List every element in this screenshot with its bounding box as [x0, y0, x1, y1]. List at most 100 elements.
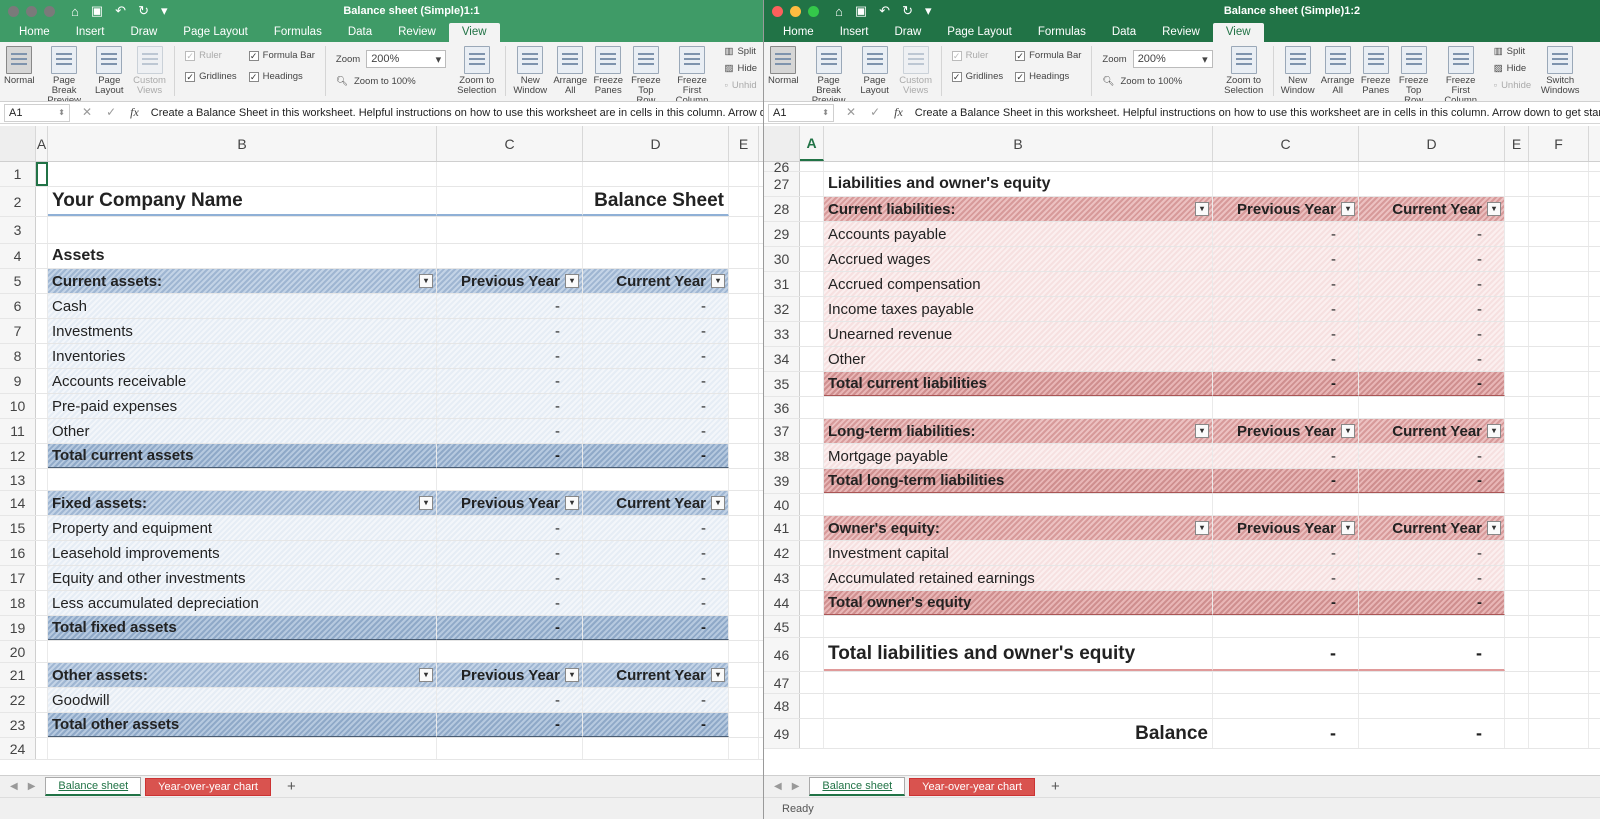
freeze-panes-button[interactable]: Freeze Panes	[1358, 46, 1394, 96]
redo-icon[interactable]: ↻	[138, 3, 149, 19]
line-item[interactable]: Goodwill	[48, 688, 437, 712]
cell[interactable]	[1529, 444, 1589, 468]
zoom-100-button[interactable]: 🔍︎ Zoom to 100%	[1102, 76, 1212, 87]
zoom-to-selection-button[interactable]: Zoom to Selection	[452, 46, 501, 96]
row-number[interactable]: 11	[0, 419, 36, 443]
freeze-first-column-button[interactable]: Freeze First Column	[666, 46, 719, 101]
current-year-value[interactable]: -	[583, 419, 729, 443]
previous-year-value[interactable]: -	[437, 319, 583, 343]
line-item[interactable]: Property and equipment	[48, 516, 437, 540]
sheet-tab-yoy-chart[interactable]: Year-over-year chart	[909, 777, 1035, 796]
name-box[interactable]: A1 ⬍	[4, 103, 70, 122]
line-item[interactable]: Accrued wages	[824, 247, 1213, 271]
cell[interactable]	[800, 494, 824, 515]
previous-year-value[interactable]: -	[437, 688, 583, 712]
cell[interactable]	[36, 566, 48, 590]
filter-dropdown-icon[interactable]: ▾	[711, 274, 725, 288]
ruler-checkbox[interactable]: ✓ Ruler	[185, 50, 237, 61]
zoom-select[interactable]: 200% ▾	[1132, 50, 1213, 68]
cell[interactable]	[800, 397, 824, 418]
current-year-value[interactable]: -	[1359, 566, 1505, 590]
row-number[interactable]: 9	[0, 369, 36, 393]
previous-year-value[interactable]: -	[437, 591, 583, 615]
current-year-value[interactable]: -	[583, 541, 729, 565]
filter-dropdown-icon[interactable]: ▾	[419, 496, 433, 510]
line-item[interactable]: Accrued compensation	[824, 272, 1213, 296]
cell[interactable]	[729, 419, 759, 443]
cell[interactable]	[1529, 322, 1589, 346]
cell[interactable]	[800, 719, 824, 748]
sheet-tab-yoy-chart[interactable]: Year-over-year chart	[145, 777, 271, 796]
cell[interactable]	[437, 162, 583, 186]
cell[interactable]	[800, 322, 824, 346]
balance-previous[interactable]: -	[1213, 719, 1359, 748]
previous-year-value[interactable]: -	[437, 394, 583, 418]
grand-total-current[interactable]: -	[1359, 638, 1505, 671]
tab-page-layout[interactable]: Page Layout	[170, 23, 261, 42]
section-header[interactable]: Fixed assets: ▾	[48, 491, 437, 515]
cell[interactable]	[1505, 172, 1529, 196]
cell[interactable]	[800, 444, 824, 468]
tab-review[interactable]: Review	[1149, 23, 1213, 42]
col-header-c[interactable]: C	[437, 126, 583, 161]
cell[interactable]	[36, 616, 48, 640]
cell[interactable]	[36, 419, 48, 443]
prev-sheet-icon[interactable]: ◀	[10, 781, 18, 792]
line-item[interactable]: Mortgage payable	[824, 444, 1213, 468]
cell[interactable]	[800, 172, 824, 196]
previous-year-value[interactable]: -	[1213, 297, 1359, 321]
add-sheet-icon[interactable]: +	[1039, 778, 1072, 795]
cell[interactable]	[1213, 616, 1359, 637]
cell[interactable]	[729, 269, 759, 293]
row-number[interactable]: 12	[0, 444, 36, 468]
cell[interactable]	[1529, 591, 1589, 615]
previous-year-value[interactable]: -	[437, 294, 583, 318]
previous-year-value[interactable]: -	[1213, 444, 1359, 468]
freeze-top-row-button[interactable]: Freeze Top Row	[1394, 46, 1434, 101]
cell[interactable]	[1213, 494, 1359, 515]
current-year-header[interactable]: Current Year ▾	[1359, 516, 1505, 540]
cell[interactable]	[729, 541, 759, 565]
page-break-preview-button[interactable]: Page Break Preview	[39, 46, 90, 101]
current-year-value[interactable]: -	[1359, 247, 1505, 271]
cell[interactable]	[1529, 297, 1589, 321]
tab-draw[interactable]: Draw	[881, 23, 934, 42]
redo-icon[interactable]: ↻	[902, 3, 913, 19]
cell[interactable]	[824, 494, 1213, 515]
arrange-all-button[interactable]: Arrange All	[1318, 46, 1358, 96]
cell[interactable]	[800, 616, 824, 637]
row-number[interactable]: 4	[0, 244, 36, 268]
cell[interactable]	[36, 469, 48, 490]
cell[interactable]	[729, 244, 759, 268]
cell[interactable]	[1505, 469, 1529, 493]
cell[interactable]	[729, 344, 759, 368]
tab-view[interactable]: View	[1212, 23, 1264, 42]
row-number[interactable]: 2	[0, 187, 36, 216]
cell[interactable]	[1505, 247, 1529, 271]
cell[interactable]	[729, 217, 759, 243]
cell[interactable]	[36, 541, 48, 565]
cell[interactable]	[824, 397, 1213, 418]
filter-dropdown-icon[interactable]: ▾	[1195, 424, 1209, 438]
current-year-value[interactable]: -	[1359, 347, 1505, 371]
line-item[interactable]: Income taxes payable	[824, 297, 1213, 321]
previous-year-header[interactable]: Previous Year ▾	[1213, 197, 1359, 221]
current-year-value[interactable]: -	[583, 369, 729, 393]
section-assets[interactable]: Assets	[48, 244, 437, 268]
split-button[interactable]: ▥ Split	[1494, 46, 1531, 57]
cell[interactable]	[800, 516, 824, 540]
line-item[interactable]: Investments	[48, 319, 437, 343]
cell[interactable]	[1505, 372, 1529, 396]
new-window-button[interactable]: New Window	[510, 46, 550, 96]
gridlines-checkbox[interactable]: ✓ Gridlines	[951, 71, 1003, 82]
cell[interactable]	[824, 616, 1213, 637]
unhide-button[interactable]: ▫ Unhide	[1494, 80, 1531, 91]
cell[interactable]	[1213, 397, 1359, 418]
cell[interactable]	[1505, 516, 1529, 540]
line-item[interactable]: Inventories	[48, 344, 437, 368]
hide-button[interactable]: ▨ Hide	[724, 63, 757, 74]
row-number[interactable]: 26	[764, 159, 800, 175]
cell[interactable]	[36, 217, 48, 243]
row-number[interactable]: 46	[764, 638, 800, 671]
cell[interactable]	[729, 319, 759, 343]
